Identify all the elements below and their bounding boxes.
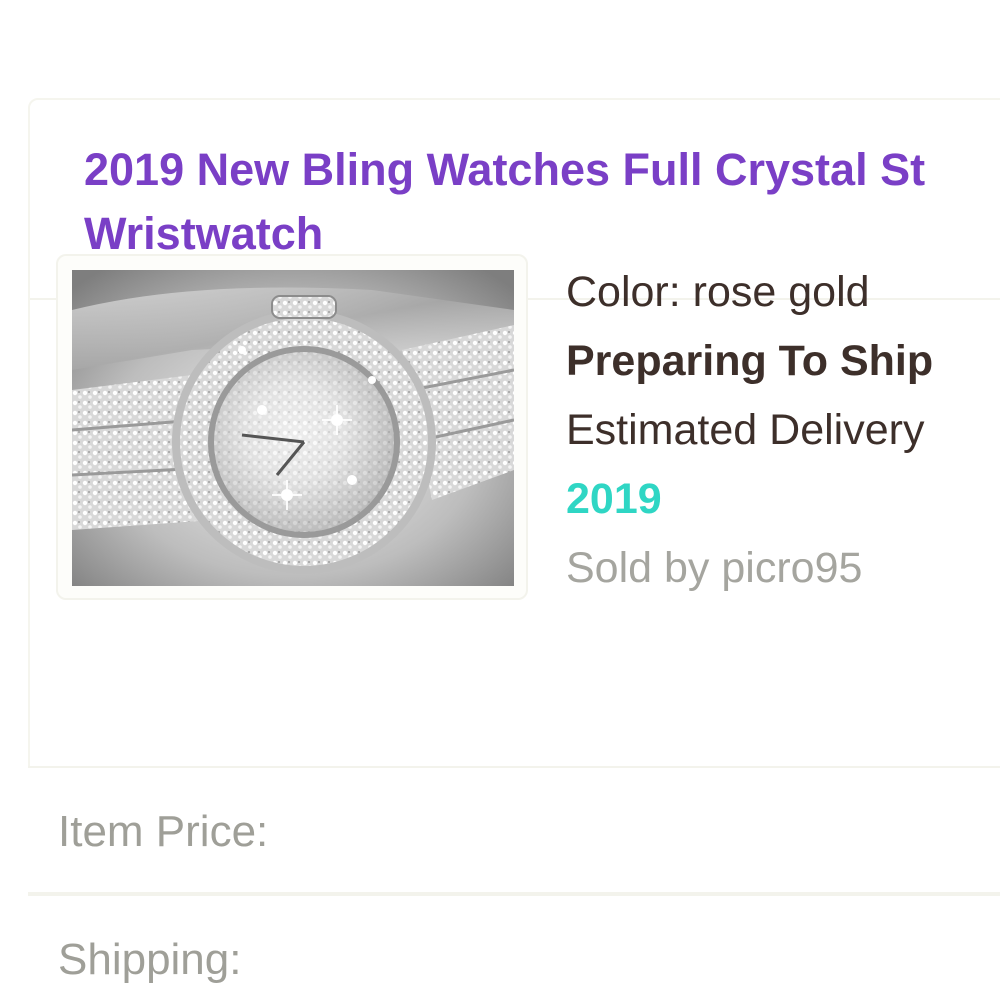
item-price-label: Item Price: bbox=[58, 807, 269, 856]
product-thumbnail-image[interactable] bbox=[72, 270, 514, 586]
watch-image bbox=[72, 270, 514, 586]
shipping-row: Shipping: bbox=[28, 894, 1000, 1000]
order-detail-page: 2019 New Bling Watches Full Crystal St W… bbox=[0, 0, 1000, 1000]
product-thumbnail-frame[interactable] bbox=[56, 254, 528, 600]
estimated-delivery: Estimated Delivery bbox=[566, 406, 925, 454]
shipping-label: Shipping: bbox=[58, 935, 242, 984]
shipping-status: Preparing To Ship bbox=[566, 337, 934, 385]
delivery-year: 2019 bbox=[566, 475, 662, 523]
product-info: Color: rose gold Preparing To Ship Estim… bbox=[566, 266, 933, 611]
seller-link[interactable]: Sold by picro95 bbox=[566, 542, 933, 611]
color-variant: Color: rose gold bbox=[566, 268, 870, 316]
item-price-row: Item Price: bbox=[28, 766, 1000, 894]
product-title-line-1[interactable]: 2019 New Bling Watches Full Crystal St bbox=[84, 138, 1000, 202]
product-title-link[interactable]: 2019 New Bling Watches Full Crystal St W… bbox=[84, 138, 1000, 266]
